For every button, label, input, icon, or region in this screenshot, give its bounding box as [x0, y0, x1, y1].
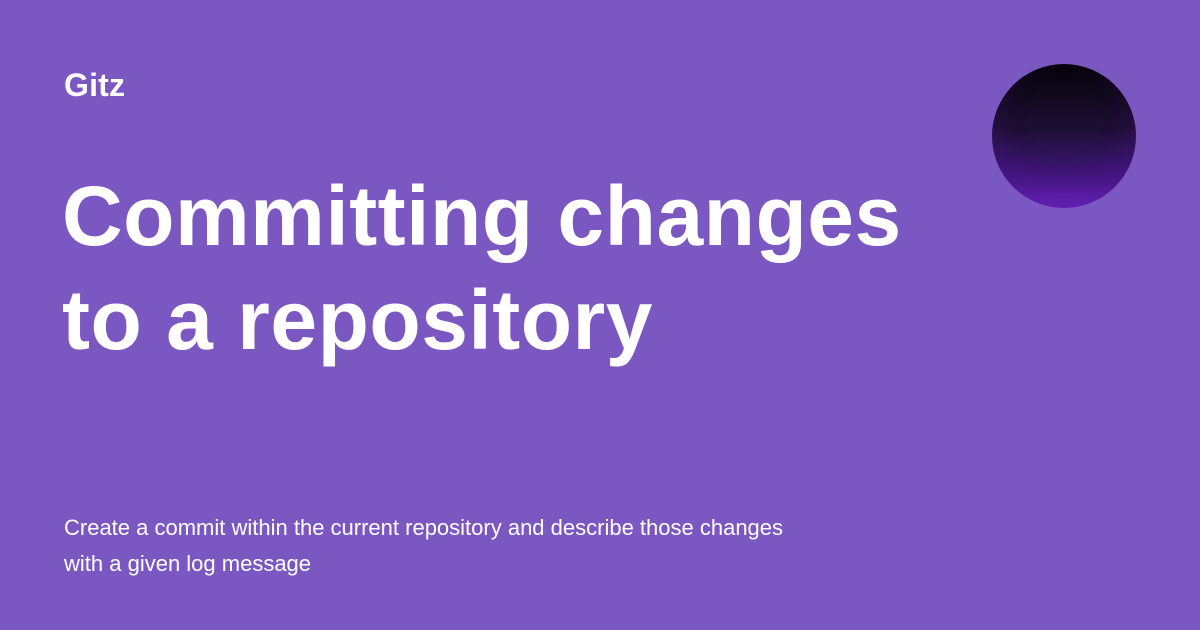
gradient-orb-decoration [992, 64, 1136, 208]
page-title: Committing changes to a repository [62, 169, 902, 367]
page-description: Create a commit within the current repos… [64, 515, 784, 576]
brand-name: Gitz [64, 67, 126, 103]
social-preview-card: Gitz Committing changes to a repository … [0, 0, 1200, 630]
